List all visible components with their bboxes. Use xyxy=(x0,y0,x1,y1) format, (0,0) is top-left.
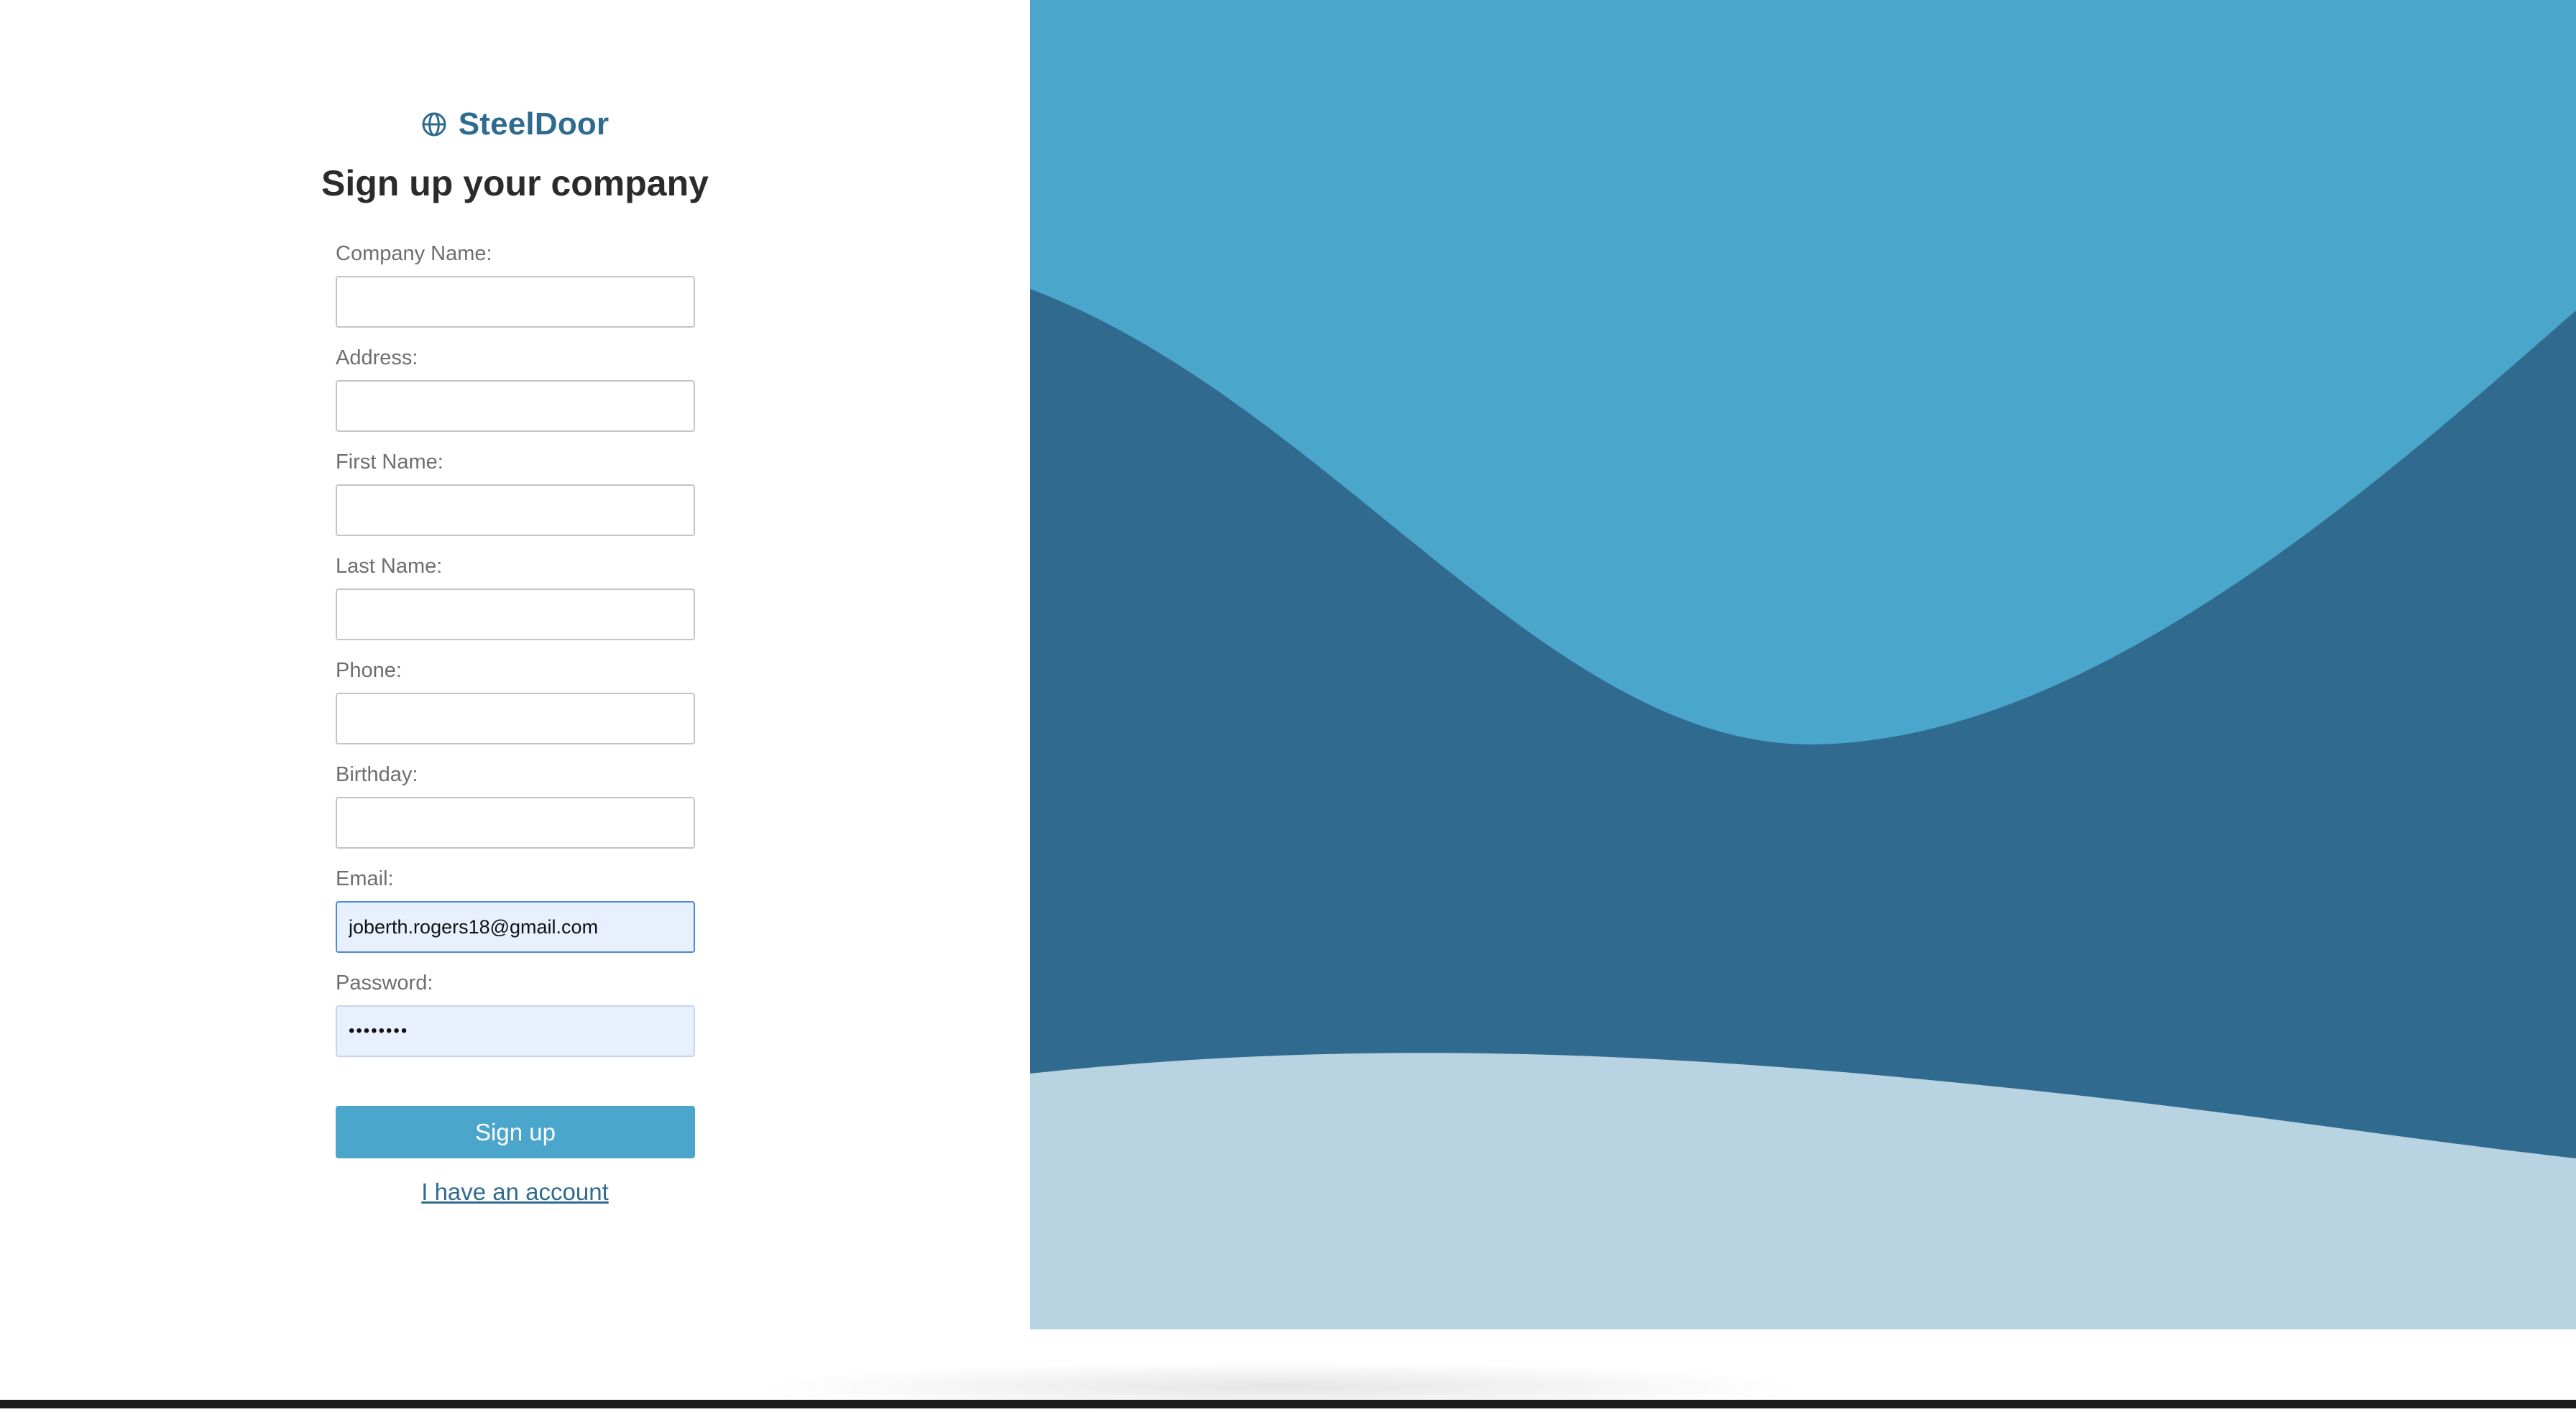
email-field: Email: xyxy=(336,867,695,953)
phone-label: Phone: xyxy=(336,659,402,682)
desktop-strip xyxy=(0,1400,2576,1408)
email-label: Email: xyxy=(336,867,394,890)
signup-form-panel: SteelDoor Sign up your company Company N… xyxy=(0,0,1030,1329)
last-name-label: Last Name: xyxy=(336,555,443,578)
decorative-wave-panel xyxy=(1030,0,2576,1329)
wave-illustration xyxy=(1030,0,2576,1329)
globe-icon xyxy=(422,112,446,137)
email-input[interactable] xyxy=(336,901,695,953)
phone-field: Phone: xyxy=(336,658,695,744)
address-label: Address: xyxy=(336,346,418,369)
first-name-field: First Name: xyxy=(336,450,695,536)
password-label: Password: xyxy=(336,972,433,995)
password-field: Password: xyxy=(336,971,695,1057)
signup-button[interactable]: Sign up xyxy=(336,1106,695,1158)
birthday-input[interactable] xyxy=(336,797,695,849)
last-name-field: Last Name: xyxy=(336,554,695,640)
brand-logo: SteelDoor xyxy=(0,106,1030,142)
first-name-input[interactable] xyxy=(336,484,695,536)
first-name-label: First Name: xyxy=(336,451,443,474)
brand-name: SteelDoor xyxy=(458,106,610,142)
phone-input[interactable] xyxy=(336,693,695,744)
company-name-field: Company Name: xyxy=(336,241,695,328)
address-field: Address: xyxy=(336,346,695,432)
birthday-field: Birthday: xyxy=(336,762,695,849)
birthday-label: Birthday: xyxy=(336,763,418,786)
last-name-input[interactable] xyxy=(336,589,695,640)
address-input[interactable] xyxy=(336,380,695,432)
company-name-label: Company Name: xyxy=(336,242,492,265)
page-title: Sign up your company xyxy=(321,163,709,203)
login-link[interactable]: I have an account xyxy=(0,1178,1030,1206)
company-name-input[interactable] xyxy=(336,276,695,328)
password-input[interactable] xyxy=(336,1005,695,1057)
